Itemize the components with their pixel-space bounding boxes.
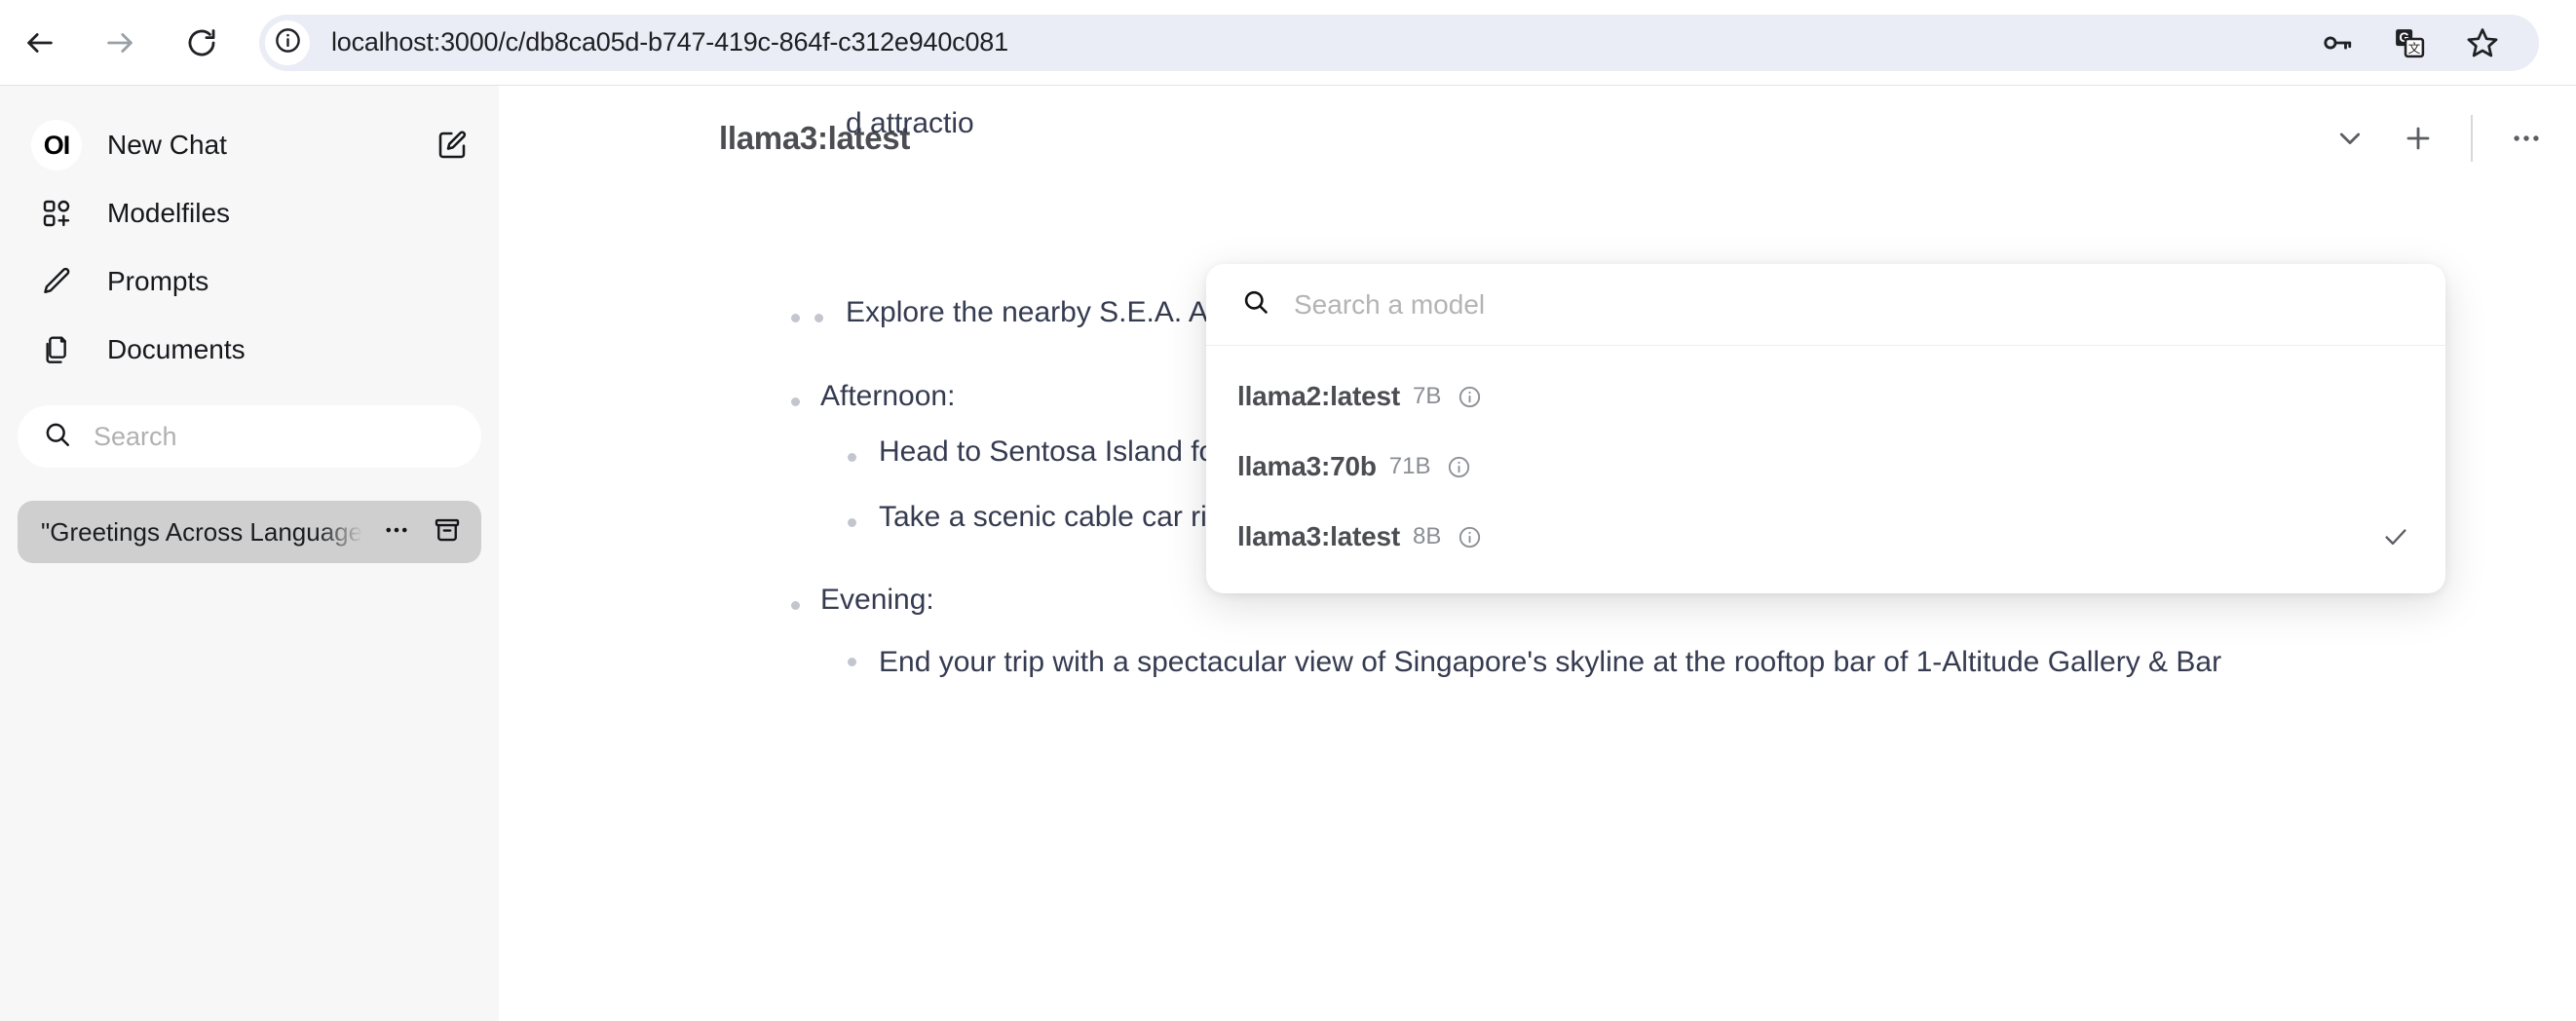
password-key-icon[interactable] [2321,26,2354,59]
browser-toolbar: localhost:3000/c/db8ca05d-b747-419c-864f… [0,0,2576,86]
model-option-llama2-latest[interactable]: llama2:latest 7B [1206,361,2445,432]
main-panel: llama3:latest [499,86,2576,1021]
chat-history-actions [382,515,462,549]
model-option-name: llama2:latest [1237,381,1400,412]
ellipsis-icon[interactable] [382,515,411,549]
browser-forward-button[interactable] [90,13,150,73]
chat-history-title: "Greetings Across Language [41,517,362,548]
chat-history-item[interactable]: "Greetings Across Language [18,501,481,563]
sidebar-item-label: Modelfiles [107,198,230,229]
chat-sub-list: End your trip with a spectacular view of… [820,640,2576,684]
sidebar-item-new-chat[interactable]: OI New Chat [18,111,481,179]
bookmark-star-icon[interactable] [2465,25,2500,60]
sidebar-item-modelfiles[interactable]: Modelfiles [18,179,481,247]
model-search-placeholder: Search a model [1294,289,1485,321]
model-option-size: 7B [1413,383,1441,410]
info-circle-icon [274,26,302,59]
pencil-icon [31,266,82,297]
model-option-size: 8B [1413,523,1441,550]
archive-icon[interactable] [433,515,462,549]
arrow-left-icon [23,26,57,59]
model-option-llama3-latest[interactable]: llama3:latest 8B [1206,502,2445,572]
sidebar-item-prompts[interactable]: Prompts [18,247,481,316]
sidebar-search[interactable]: Search [18,405,481,468]
chat-sub-item: End your trip with a spectacular view of… [820,640,2311,684]
model-option-list: llama2:latest 7B llama3:70b 71B [1206,346,2445,593]
svg-text:文: 文 [2408,40,2421,55]
model-option-name: llama3:latest [1237,521,1400,552]
sidebar-item-label: Documents [107,334,246,365]
model-option-name: llama3:70b [1237,451,1377,482]
documents-icon [31,334,82,365]
address-bar-url[interactable]: localhost:3000/c/db8ca05d-b747-419c-864f… [331,27,2321,57]
new-chat-label: New Chat [107,130,227,161]
site-info-button[interactable] [265,20,310,65]
info-circle-icon[interactable] [1458,525,1482,549]
info-circle-icon[interactable] [1458,385,1482,409]
browser-back-button[interactable] [10,13,70,73]
sidebar-item-documents[interactable]: Documents [18,316,481,384]
model-search-field[interactable]: Search a model [1206,264,2445,346]
info-circle-icon[interactable] [1447,455,1471,479]
model-option-llama3-70b[interactable]: llama3:70b 71B [1206,432,2445,502]
translate-icon[interactable]: G 文 [2393,26,2426,59]
occluded-chat-line: d attractio [787,107,2576,140]
search-icon [1241,287,1270,321]
reload-icon [185,26,218,59]
chat-outline-heading: Afternoon: [820,380,955,412]
browser-reload-button[interactable] [171,13,232,73]
model-selector-dropdown[interactable]: Search a model llama2:latest 7B llama3:7… [1206,264,2445,593]
open-webui-logo: OI [31,120,82,170]
arrow-right-icon [103,26,136,59]
sidebar-item-label: Prompts [107,266,208,297]
check-icon [2381,522,2410,551]
model-option-size: 71B [1389,453,1431,480]
chat-outline-heading: Evening: [820,584,934,616]
chat-history-list: "Greetings Across Language [18,501,481,563]
address-bar-actions: G 文 [2321,25,2500,60]
address-bar[interactable]: localhost:3000/c/db8ca05d-b747-419c-864f… [259,15,2539,71]
sidebar: OI New Chat Modelfiles [0,86,499,1021]
search-icon [43,420,72,454]
chat-outline-block: Evening: End your trip with a spectacula… [787,584,2576,684]
grid-plus-icon [31,198,82,229]
sidebar-search-placeholder: Search [94,422,177,452]
pencil-square-icon[interactable] [436,130,468,161]
app-body: OI New Chat Modelfiles [0,86,2576,1021]
